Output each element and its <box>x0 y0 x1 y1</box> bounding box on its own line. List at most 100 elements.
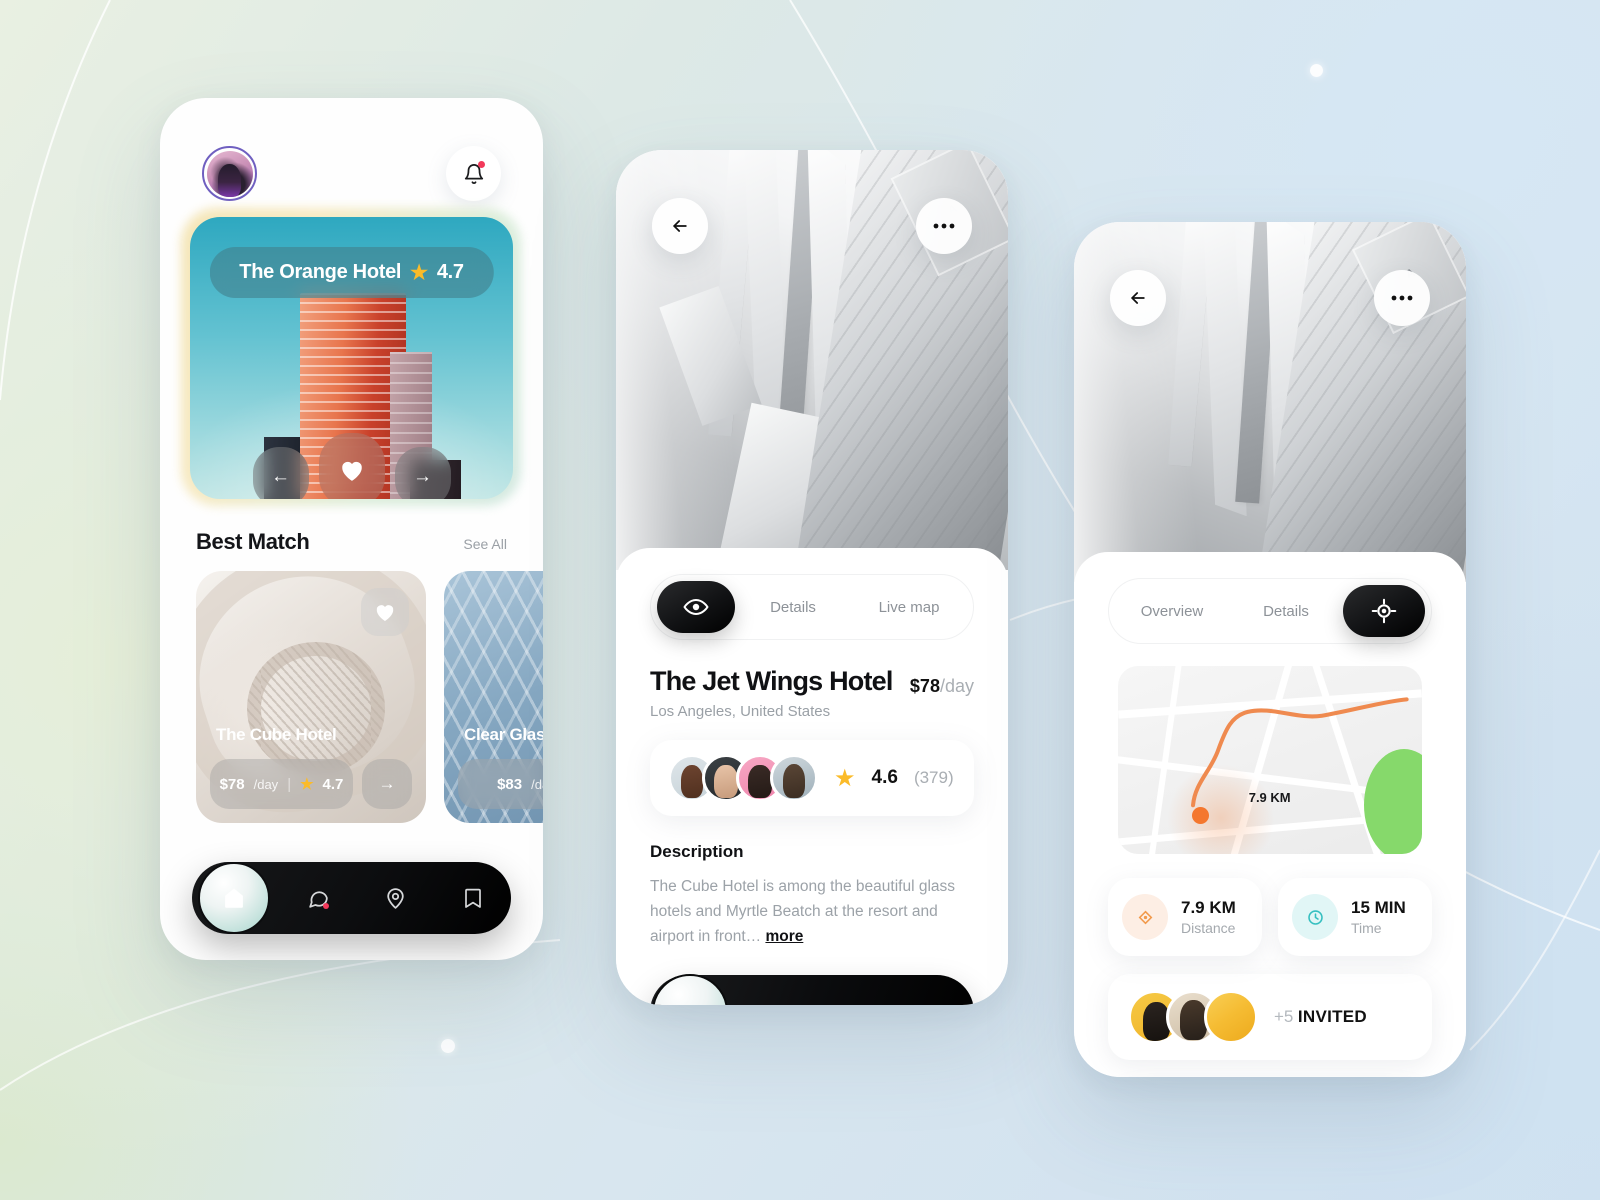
swipe-label: Swipe to Book <box>728 1002 897 1005</box>
detail-tabs: Details Live map <box>650 574 974 640</box>
price-period: /day <box>253 776 279 792</box>
prev-button[interactable]: ← <box>252 447 309 499</box>
notification-badge <box>478 161 485 168</box>
more-options-button[interactable] <box>1374 270 1430 326</box>
crosshair-icon <box>1371 598 1397 624</box>
stat-text: 15 MIN Time <box>1351 898 1406 936</box>
price-value: $78 <box>909 676 940 696</box>
star-icon: ★ <box>410 262 428 284</box>
nav-item-map[interactable] <box>357 886 434 911</box>
stat-label: Distance <box>1181 920 1236 936</box>
bookmark-icon <box>464 888 481 908</box>
tab-live-map[interactable]: Live map <box>851 599 967 616</box>
featured-hotel-card[interactable]: The Orange Hotel ★ 4.7 ← → <box>181 208 521 506</box>
home-header <box>160 98 543 201</box>
price-pill: $83 /day | ★ 4.7 <box>458 759 543 809</box>
nav-item-home[interactable] <box>198 862 270 934</box>
rating-card: ★ 4.6 (379) <box>650 740 974 816</box>
card-footer: $78 /day | ★ 4.7 → <box>210 759 412 809</box>
star-icon: ★ <box>834 764 856 792</box>
stat-text: 7.9 KM Distance <box>1181 898 1236 936</box>
tab-overview[interactable]: Overview <box>1115 603 1229 620</box>
decor-dot <box>441 1039 455 1053</box>
stat-icon-wrap <box>1292 894 1338 940</box>
eye-icon <box>683 599 709 615</box>
route-map[interactable]: 7.9 KM <box>1118 666 1422 854</box>
rating-count: (379) <box>913 768 954 787</box>
star-icon: ★ <box>300 776 314 793</box>
open-hotel-button[interactable]: → <box>362 759 412 809</box>
stat-distance: 7.9 KM Distance <box>1108 878 1262 956</box>
decor-dot <box>1310 64 1323 77</box>
invited-text: +5 INVITED <box>1274 1007 1367 1027</box>
hero-rating: 4.7 <box>436 261 464 283</box>
price-period: /day <box>531 776 543 792</box>
phone-screen-home: The Orange Hotel ★ 4.7 ← → Best Match Se… <box>160 98 543 960</box>
rating-value: 4.7 <box>322 775 344 793</box>
detail-sheet: Details Live map The Jet Wings Hotel $78… <box>616 548 1008 1005</box>
avatar[interactable] <box>202 146 257 201</box>
back-button[interactable] <box>652 198 708 254</box>
clock-icon <box>1307 909 1323 925</box>
ellipsis-icon <box>1391 295 1413 301</box>
crosshair-icon <box>1138 910 1152 924</box>
description-heading: Description <box>650 842 744 861</box>
ellipsis-icon <box>933 223 955 229</box>
arrow-right-icon: → <box>681 1001 700 1005</box>
rating-value: 4.6 <box>871 767 898 788</box>
avatar-image <box>206 150 253 197</box>
price-period: /day <box>939 676 974 696</box>
stat-label: Time <box>1351 920 1382 936</box>
bottom-navigation <box>192 862 511 934</box>
detail-header-controls <box>652 198 972 254</box>
route-line <box>1191 697 1409 808</box>
invited-avatars <box>1128 990 1258 1044</box>
swipe-to-book-button[interactable]: → Swipe to Book <box>650 974 974 1005</box>
favorite-button[interactable] <box>361 588 409 636</box>
tab-details[interactable]: Details <box>1229 603 1343 620</box>
back-button[interactable] <box>1110 270 1166 326</box>
nav-item-saved[interactable] <box>434 886 511 910</box>
map-distance-label: 7.9 KM <box>1248 790 1291 806</box>
divider: | <box>287 775 292 793</box>
hotel-card-list: The Cube Hotel $78 /day | ★ 4.7 → Clear … <box>160 555 543 823</box>
guest-avatars <box>668 754 818 802</box>
best-match-header: Best Match See All <box>160 499 543 555</box>
more-options-button[interactable] <box>916 198 972 254</box>
read-more-link[interactable]: more <box>765 928 803 945</box>
tab-overview[interactable] <box>657 581 735 633</box>
page-title: The Jet Wings Hotel <box>650 666 893 696</box>
hero-title-pill: The Orange Hotel ★ 4.7 <box>209 247 494 298</box>
section-title: Best Match <box>196 529 310 554</box>
hotel-price: $78/day <box>910 676 974 697</box>
tab-details[interactable]: Details <box>735 599 851 616</box>
description-text: The Cube Hotel is among the beautiful gl… <box>650 874 974 949</box>
see-all-link[interactable]: See All <box>463 536 507 552</box>
card-footer: $83 /day | ★ 4.7 <box>458 759 543 809</box>
arrow-left-icon <box>1131 292 1145 304</box>
favorite-button[interactable] <box>318 433 385 499</box>
heart-icon <box>376 605 394 622</box>
hotel-name: The Cube Hotel <box>216 725 337 744</box>
tracking-header-controls <box>1110 270 1430 326</box>
price-value: $78 <box>219 775 245 793</box>
stat-value: 7.9 KM <box>1181 898 1236 917</box>
next-button[interactable]: → <box>394 447 451 499</box>
hotel-card-cube[interactable]: The Cube Hotel $78 /day | ★ 4.7 → <box>196 571 426 823</box>
hotel-title-row: The Jet Wings Hotel $78/day <box>650 666 974 697</box>
stat-time: 15 MIN Time <box>1278 878 1432 956</box>
hotel-card-glass[interactable]: Clear Glass Bu $83 /day | ★ 4.7 <box>444 571 543 823</box>
hero-controls: ← → <box>252 433 451 499</box>
invited-label: INVITED <box>1297 1007 1368 1026</box>
locate-me-button[interactable] <box>1343 585 1425 637</box>
stat-value: 15 MIN <box>1351 898 1406 917</box>
swipe-knob[interactable]: → <box>652 974 728 1005</box>
nav-item-messages[interactable] <box>280 886 357 911</box>
phone-screen-tracking: A Overview Details <box>1074 222 1466 1077</box>
notification-bell-button[interactable] <box>446 146 501 201</box>
phone-screen-detail: A Details Live map The Jet Wings <box>616 150 1008 1005</box>
invited-count: +5 <box>1274 1007 1294 1026</box>
arrow-left-icon <box>673 220 687 232</box>
hero-hotel-name: The Orange Hotel <box>239 261 402 283</box>
invited-card[interactable]: +5 INVITED <box>1108 974 1432 1060</box>
